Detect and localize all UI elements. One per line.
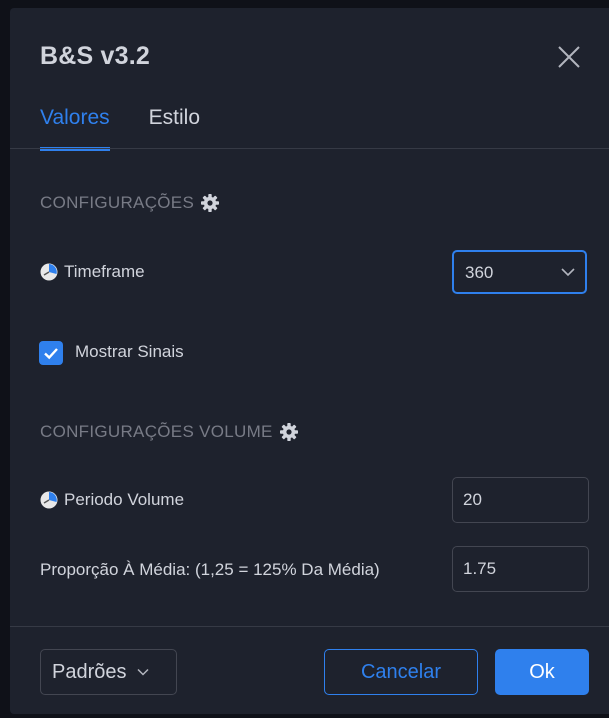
defaults-label: Padrões: [52, 660, 127, 683]
section-configuracoes-volume: CONFIGURAÇÕES VOLUME: [40, 422, 299, 442]
defaults-dropdown-button[interactable]: Padrões: [40, 649, 177, 695]
timeframe-value: 360: [465, 263, 494, 282]
checkmark-icon: [44, 348, 58, 360]
clock-icon: [40, 491, 58, 509]
cancel-button[interactable]: Cancelar: [324, 649, 478, 695]
volume-period-label: Periodo Volume: [64, 490, 185, 509]
timeframe-select[interactable]: 360: [452, 250, 587, 294]
tab-bar: Valores Estilo: [40, 104, 239, 151]
close-icon[interactable]: [556, 44, 582, 70]
timeframe-label: Timeframe: [64, 262, 145, 281]
footer-divider: [10, 626, 609, 627]
volume-period-row: Periodo Volume: [40, 490, 184, 510]
tab-estilo[interactable]: Estilo: [149, 104, 200, 147]
chevron-down-icon: [136, 668, 149, 676]
gear-icon: [201, 194, 220, 212]
ratio-label: Proporção À Média: (1,25 = 125% Da Média…: [40, 560, 380, 579]
show-signals-checkbox[interactable]: [39, 341, 63, 365]
indicator-settings-dialog: B&S v3.2 Valores Estilo CONFIGURAÇÕES Ti…: [10, 8, 609, 714]
section-title-volume: CONFIGURAÇÕES VOLUME: [40, 422, 273, 441]
ratio-input[interactable]: [452, 546, 589, 592]
section-title: CONFIGURAÇÕES: [40, 193, 195, 212]
show-signals-label: Mostrar Sinais: [75, 342, 184, 361]
header-divider: [10, 148, 609, 149]
dialog-title: B&S v3.2: [40, 42, 150, 70]
volume-period-input[interactable]: [452, 477, 589, 523]
tab-valores[interactable]: Valores: [40, 104, 110, 151]
clock-icon: [40, 263, 58, 281]
chevron-down-icon: [561, 268, 575, 277]
ok-button[interactable]: Ok: [495, 649, 589, 695]
section-configuracoes: CONFIGURAÇÕES: [40, 193, 220, 213]
timeframe-row: Timeframe: [40, 262, 145, 282]
gear-icon: [279, 423, 298, 441]
